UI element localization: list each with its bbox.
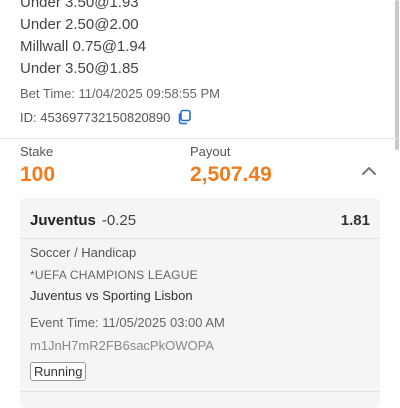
- match-name: Juventus vs Sporting Lisbon: [30, 288, 193, 303]
- scrollbar[interactable]: [395, 0, 399, 150]
- stake-label: Stake: [20, 144, 54, 159]
- copy-icon[interactable]: [176, 109, 192, 125]
- bet-id: ID: 453697732150820890: [20, 109, 171, 125]
- bet-line: Millwall 0.75@1.94: [20, 38, 147, 55]
- reference-code: m1JnH7mR2FB6sacPkOWOPA: [30, 338, 214, 353]
- handicap-value: -0.25: [101, 212, 137, 229]
- league-name: *UEFA CHAMPIONS LEAGUE: [30, 268, 198, 282]
- chevron-up-icon[interactable]: [361, 164, 377, 176]
- selection-row: Juventus -0.25: [30, 212, 136, 229]
- bet-time: Bet Time: 11/04/2025 09:58:55 PM: [20, 86, 220, 101]
- card-divider: [20, 238, 380, 239]
- bet-leg-card: Juventus -0.25 1.81 Soccer / Handicap *UE…: [20, 198, 380, 408]
- bet-lines-list: Under 3.50@1.93 Under 2.50@2.00 Millwall…: [20, 0, 146, 80]
- bet-line: Under 3.50@1.85: [20, 60, 139, 77]
- card-divider: [20, 391, 380, 392]
- sport-market: Soccer / Handicap: [30, 245, 137, 260]
- event-time: Event Time: 11/05/2025 03:00 AM: [30, 315, 225, 330]
- odds-value: 1.81: [340, 212, 370, 229]
- section-divider: [0, 138, 400, 139]
- stake-value: 100: [20, 163, 56, 186]
- bet-line: Under 2.50@2.00: [20, 16, 139, 33]
- payout-value: 2,507.49: [190, 163, 272, 186]
- payout-label: Payout: [190, 144, 231, 159]
- status-badge: Running: [30, 362, 87, 381]
- team-name: Juventus: [30, 212, 96, 229]
- bet-line: Under 3.50@1.93: [20, 0, 139, 11]
- bet-id-row: ID: 453697732150820890: [20, 109, 192, 125]
